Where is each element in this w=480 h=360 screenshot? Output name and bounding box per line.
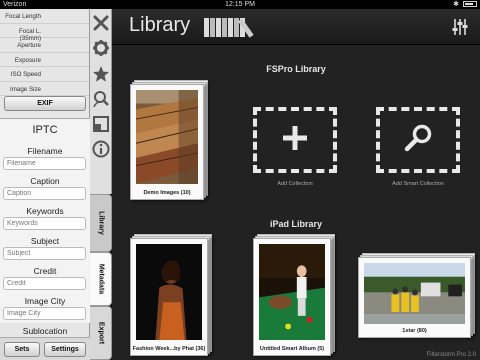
top-bar: Library — [112, 9, 480, 45]
exif-value — [46, 56, 86, 65]
exif-row: Focal Length — [0, 9, 89, 24]
caption-field[interactable] — [3, 187, 86, 200]
add-collection-label: Add Collection — [277, 181, 313, 187]
exif-value — [46, 41, 86, 50]
close-icon[interactable] — [92, 14, 110, 32]
tab-export-label: Export — [97, 321, 104, 345]
tab-metadata[interactable]: Metadata — [90, 252, 112, 306]
ipad-library-title: iPad Library — [269, 219, 323, 229]
gear-icon[interactable] — [92, 39, 110, 57]
info-icon[interactable] — [92, 140, 110, 158]
bluetooth-icon: ✱ — [453, 1, 459, 8]
filename-label: Filename — [27, 146, 63, 156]
exif-value — [46, 70, 86, 79]
crop-icon[interactable] — [92, 115, 110, 133]
credit-label: Credit — [33, 266, 57, 276]
iptc-title: IPTC — [32, 124, 58, 136]
exif-row: Exposure — [0, 53, 89, 67]
keywords-field[interactable] — [3, 217, 86, 230]
exif-label: Exposure — [14, 56, 41, 64]
album-card: Demo Images (10) — [130, 84, 204, 200]
subject-field[interactable] — [3, 247, 86, 260]
album-card: Fashion Week...by Phat (36) — [130, 238, 208, 356]
panel-footer: Sets Settings — [0, 337, 90, 360]
metadata-panel: Focal Length Focal L.(35mm) Aperture Exp… — [0, 9, 90, 360]
library-view: Library FSPro Library Demo Images (10) A… — [112, 9, 480, 360]
album-caption: 1star (80) — [402, 328, 427, 334]
search-icon — [404, 124, 432, 152]
exif-label: ISO Speed — [10, 71, 41, 78]
album-caption: Demo Images (10) — [143, 190, 191, 196]
iptc-section: IPTC Filename Caption Keywords Subject C… — [0, 118, 90, 336]
album-card: Untitled Smart Album (5) — [253, 238, 331, 356]
exif-section: Focal Length Focal L.(35mm) Aperture Exp… — [0, 9, 89, 96]
tab-library-label: Library — [97, 211, 104, 235]
sliders-icon[interactable] — [452, 18, 468, 36]
tab-library[interactable]: Library — [90, 194, 112, 252]
people-search-icon[interactable] — [92, 90, 110, 108]
exif-row: Focal L.(35mm) — [0, 24, 89, 42]
sublocation-label: Sublocation — [22, 326, 68, 336]
battery-icon — [463, 1, 477, 7]
album-card: 1star (80) — [358, 257, 471, 338]
settings-button[interactable]: Settings — [44, 342, 86, 357]
album-thumbnail — [364, 263, 465, 324]
clock: 12:15 PM — [225, 1, 255, 8]
album-caption: Untitled Smart Album (5) — [259, 346, 325, 352]
add-collection-button[interactable] — [253, 107, 337, 173]
exif-value — [46, 12, 86, 21]
exif-label: Image Size — [10, 85, 41, 93]
caption-label: Caption — [30, 176, 60, 186]
fspro-library-title: FSPro Library — [266, 64, 326, 74]
album-thumbnail — [259, 244, 325, 341]
tab-export[interactable]: Export — [90, 306, 112, 360]
exif-row: ISO Speed — [0, 67, 89, 82]
add-smart-collection-label: Add Smart Collection — [392, 181, 444, 187]
tool-icon-column — [90, 9, 112, 194]
exif-value — [46, 27, 86, 36]
bookshelf-icon — [204, 18, 254, 38]
exif-label: Aperture — [17, 42, 41, 49]
page-title: Library — [129, 14, 191, 36]
filename-field[interactable] — [3, 157, 86, 170]
exif-row: Image Size — [0, 82, 89, 96]
plus-icon — [283, 126, 307, 150]
album-thumbnail — [136, 90, 198, 184]
status-bar: Verizon 12:15 PM ✱ — [0, 0, 480, 9]
image-city-label: Image City — [24, 296, 66, 306]
album-fashion-week[interactable]: Fashion Week...by Phat (36) — [130, 234, 212, 356]
exif-label: Focal Length — [5, 13, 41, 20]
album-1star[interactable]: 1star (80) — [358, 253, 475, 338]
subject-label: Subject — [30, 236, 60, 246]
exif-row: Aperture — [0, 38, 89, 53]
exif-value — [46, 85, 86, 94]
tab-metadata-label: Metadata — [97, 263, 104, 295]
sets-button[interactable]: Sets — [4, 342, 40, 357]
star-icon[interactable] — [92, 65, 110, 83]
keywords-label: Keywords — [26, 206, 64, 216]
image-city-field[interactable] — [3, 307, 86, 320]
credit-field[interactable] — [3, 277, 86, 290]
exif-button[interactable]: EXIF — [4, 96, 86, 111]
album-caption: Fashion Week...by Phat (36) — [132, 346, 206, 352]
album-demo-images[interactable]: Demo Images (10) — [130, 80, 208, 200]
album-untitled-smart[interactable]: Untitled Smart Album (5) — [253, 234, 335, 356]
app-watermark: Filterstorm Pro 2.0 — [426, 352, 476, 358]
add-smart-collection-button[interactable] — [376, 107, 460, 173]
album-thumbnail — [136, 244, 202, 341]
